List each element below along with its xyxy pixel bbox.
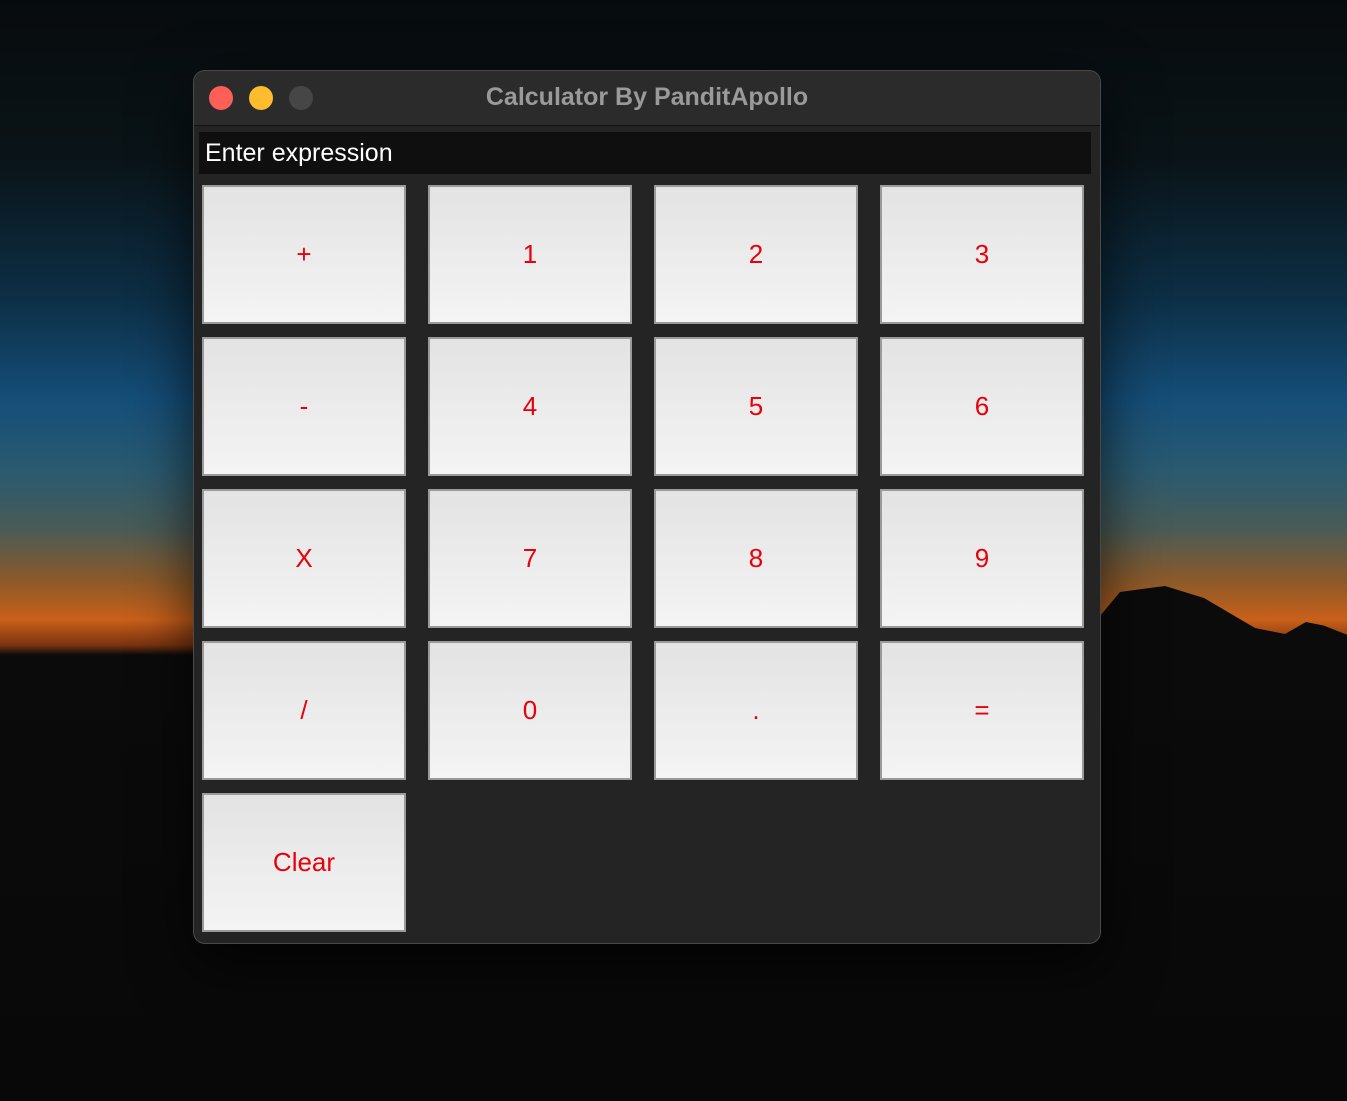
digit-1-button[interactable]: 1 bbox=[428, 185, 632, 324]
digit-9-button[interactable]: 9 bbox=[880, 489, 1084, 628]
digit-0-button[interactable]: 0 bbox=[428, 641, 632, 780]
desktop-background: Calculator By PanditApollo + 1 2 3 - 4 5… bbox=[0, 0, 1347, 1101]
digit-4-button[interactable]: 4 bbox=[428, 337, 632, 476]
digit-3-button[interactable]: 3 bbox=[880, 185, 1084, 324]
title-bar[interactable]: Calculator By PanditApollo bbox=[194, 71, 1100, 126]
digit-7-button[interactable]: 7 bbox=[428, 489, 632, 628]
clear-button[interactable]: Clear bbox=[202, 793, 406, 932]
digit-5-button[interactable]: 5 bbox=[654, 337, 858, 476]
minimize-button[interactable] bbox=[249, 86, 273, 110]
minus-button[interactable]: - bbox=[202, 337, 406, 476]
decimal-button[interactable]: . bbox=[654, 641, 858, 780]
expression-input[interactable] bbox=[199, 132, 1091, 174]
mountain-silhouette bbox=[1090, 586, 1347, 700]
maximize-button bbox=[289, 86, 313, 110]
equals-button[interactable]: = bbox=[880, 641, 1084, 780]
plus-button[interactable]: + bbox=[202, 185, 406, 324]
digit-8-button[interactable]: 8 bbox=[654, 489, 858, 628]
digit-6-button[interactable]: 6 bbox=[880, 337, 1084, 476]
digit-2-button[interactable]: 2 bbox=[654, 185, 858, 324]
multiply-button[interactable]: X bbox=[202, 489, 406, 628]
calculator-window: Calculator By PanditApollo + 1 2 3 - 4 5… bbox=[193, 70, 1101, 944]
close-button[interactable] bbox=[209, 86, 233, 110]
divide-button[interactable]: / bbox=[202, 641, 406, 780]
window-title: Calculator By PanditApollo bbox=[485, 83, 809, 111]
